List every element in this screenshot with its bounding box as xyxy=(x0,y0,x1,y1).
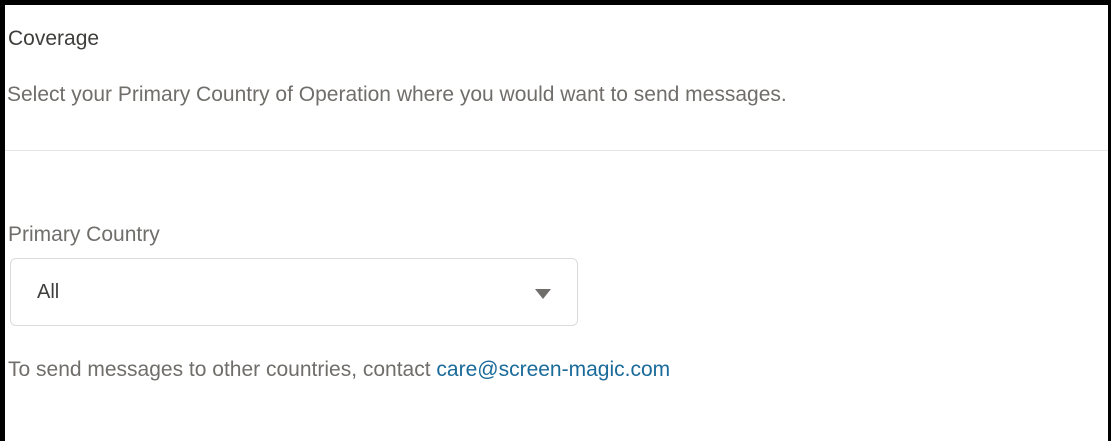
primary-country-label: Primary Country xyxy=(8,223,160,246)
coverage-panel: Coverage Select your Primary Country of … xyxy=(0,0,1111,441)
primary-country-selected-value: All xyxy=(37,281,60,303)
section-description: Select your Primary Country of Operation… xyxy=(7,83,787,106)
section-title: Coverage xyxy=(8,27,100,50)
support-email-link[interactable]: care@screen-magic.com xyxy=(436,358,670,381)
primary-country-select[interactable]: All xyxy=(10,258,578,326)
chevron-down-icon xyxy=(535,289,551,299)
section-divider xyxy=(5,150,1108,151)
help-text: To send messages to other countries, con… xyxy=(8,356,670,384)
help-text-prefix: To send messages to other countries, con… xyxy=(8,358,437,381)
